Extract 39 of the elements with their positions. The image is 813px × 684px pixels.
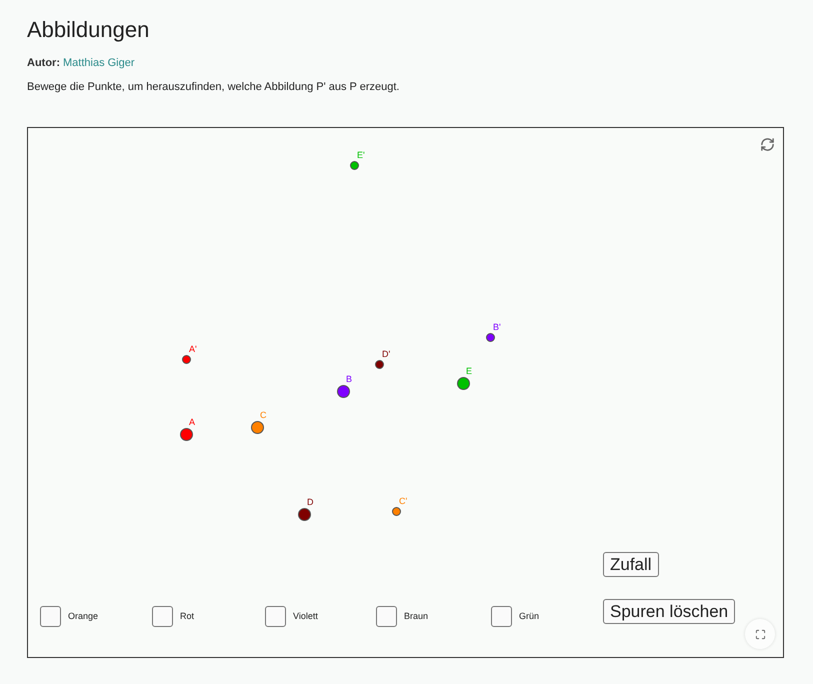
author-label: Autor: (27, 56, 60, 71)
point-label: D' (382, 349, 390, 359)
point-marker[interactable] (298, 508, 310, 520)
point-label: E (466, 366, 472, 376)
checkbox[interactable] (376, 606, 397, 627)
point-label: A' (189, 344, 197, 354)
point-marker[interactable] (182, 354, 190, 364)
point-marker[interactable] (250, 420, 264, 434)
point-label: A (189, 417, 196, 427)
checkbox[interactable] (40, 606, 61, 627)
point-marker[interactable] (486, 332, 494, 342)
point-marker[interactable] (374, 360, 384, 368)
applet-button[interactable]: Zufall (603, 552, 659, 577)
checkbox-label[interactable]: Grün (519, 611, 540, 622)
point-marker[interactable] (456, 376, 470, 390)
point-marker[interactable] (180, 428, 192, 440)
checkbox-label[interactable]: Braun (404, 611, 428, 622)
checkbox-label[interactable]: Orange (68, 611, 98, 622)
checkbox-label[interactable]: Rot (180, 611, 194, 622)
page-title: Abbildungen (27, 16, 150, 44)
fullscreen-icon (754, 628, 766, 640)
description-text: Bewege die Punkte, um herauszufinden, welche Abbildung P' aus P erzeugt. (27, 80, 400, 95)
point-label: B' (493, 322, 501, 332)
point-label: C (260, 410, 266, 420)
point-marker[interactable] (336, 384, 350, 398)
checkbox[interactable] (265, 606, 286, 627)
refresh-icon[interactable] (760, 137, 775, 152)
point-marker[interactable] (392, 506, 400, 516)
applet-canvas[interactable]: E' B' A' D' B E C A D C' Zufall Orange Rot Violett Braun Grün Spuren löschen (27, 127, 784, 658)
checkbox-label[interactable]: Violett (293, 611, 318, 622)
point-label: D (307, 497, 314, 507)
point-label: C' (399, 496, 408, 506)
checkbox[interactable] (152, 606, 173, 627)
applet-button[interactable]: Spuren löschen (603, 599, 736, 624)
point-marker[interactable] (350, 160, 358, 170)
author-link[interactable]: Matthias Giger (63, 55, 135, 71)
point-label: B (346, 374, 352, 384)
point-label: E' (357, 150, 365, 160)
checkbox[interactable] (491, 606, 512, 627)
